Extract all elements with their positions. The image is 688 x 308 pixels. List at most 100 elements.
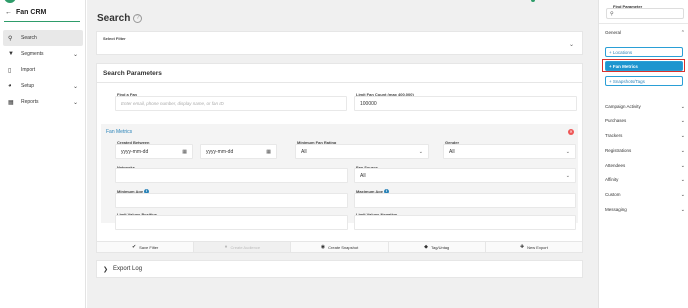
fan-metrics-section: Fan Metrics ✕ Created Between yyyy-mm-dd…	[101, 124, 578, 223]
min-fan-rating-value: All	[301, 148, 307, 155]
limit-values-positive-input[interactable]	[115, 215, 348, 230]
min-fan-rating-select[interactable]: All ⌄	[295, 144, 429, 159]
group-label: Campaign Activity	[605, 104, 641, 109]
export-log-card[interactable]: ❯ Export Log	[96, 260, 583, 278]
group-label: Attendees	[605, 163, 626, 168]
group-label: Registrations	[605, 148, 632, 153]
find-parameter-input[interactable]: ⚲	[606, 8, 684, 19]
sidebar-item-segments[interactable]: ▼ Segments ⌄	[3, 46, 83, 62]
sidebar-item-reports[interactable]: ▦ Reports ⌄	[3, 94, 83, 110]
search-icon: ⚲	[8, 35, 13, 42]
select-filter-label: Select Filter	[103, 36, 126, 41]
gender-select[interactable]: All ⌄	[443, 144, 576, 159]
chevron-down-icon: ⌄	[680, 192, 685, 198]
search-parameters-card: Search Parameters Find a Fan Enter email…	[96, 63, 583, 253]
plus-icon: ✚	[519, 244, 525, 250]
chevron-down-icon[interactable]: ⌄	[569, 41, 574, 48]
tag-locations[interactable]: + Locations	[605, 47, 683, 57]
save-filter-button[interactable]: ✔ Save Filter	[97, 242, 195, 252]
back-arrow-icon[interactable]: ←	[5, 9, 12, 16]
group-label: Affinity	[605, 177, 619, 182]
sidebar-item-label: Import	[21, 67, 36, 73]
group-registrations[interactable]: Registrations ⌄	[605, 148, 685, 154]
logo-icon	[4, 0, 16, 3]
tag-untag-button[interactable]: ◆ Tag/Untag	[388, 242, 486, 252]
camera-icon: ◉	[320, 244, 326, 250]
networks-input[interactable]	[115, 168, 348, 183]
import-icon: ▯	[8, 67, 12, 74]
tag-snapshots-tags[interactable]: + Snapshots/Tags	[605, 76, 683, 86]
calendar-icon[interactable]: ▦	[266, 149, 271, 155]
funnel-icon: ▼	[8, 51, 14, 57]
divider	[97, 82, 582, 83]
app-title-label: Fan CRM	[16, 9, 47, 16]
sidebar-item-import[interactable]: ▯ Import	[3, 62, 83, 78]
new-export-button[interactable]: ✚ New Export	[485, 242, 583, 252]
search-icon: ⚲	[610, 10, 614, 17]
limit-fan-count-input[interactable]: 100000	[354, 96, 577, 111]
gender-value: All	[449, 148, 455, 155]
find-fan-input[interactable]: Enter email, phone number, display name,…	[115, 96, 347, 111]
calendar-icon[interactable]: ▦	[182, 149, 187, 155]
max-age-input[interactable]	[354, 193, 576, 208]
group-custom[interactable]: Custom ⌄	[605, 192, 685, 198]
sidebar-item-label: Search	[21, 35, 37, 41]
chevron-up-icon: ⌃	[680, 30, 685, 36]
sidebar-item-search[interactable]: ⚲ Search	[3, 30, 83, 46]
group-label: Custom	[605, 192, 621, 197]
group-label: General	[605, 30, 622, 35]
group-attendees[interactable]: Attendees ⌄	[605, 163, 685, 169]
chevron-down-icon: ⌄	[680, 177, 685, 183]
create-snapshot-label: Create Snapshot	[328, 244, 359, 250]
chart-icon: ▦	[8, 99, 14, 106]
group-campaign-activity[interactable]: Campaign Activity ⌄	[605, 104, 685, 110]
remove-section-icon[interactable]: ✕	[568, 129, 574, 135]
chevron-down-icon: ⌄	[680, 148, 685, 154]
group-label: Messaging	[605, 207, 627, 212]
group-purchases[interactable]: Purchases ⌄	[605, 118, 685, 124]
date-to-input[interactable]: yyyy-mm-dd ▦	[200, 144, 277, 159]
new-export-label: New Export	[527, 244, 548, 250]
fan-source-select[interactable]: All ⌄	[354, 168, 576, 183]
sidebar-item-setup[interactable]: ◕ Setup ⌄	[3, 78, 83, 94]
chevron-down-icon: ⌄	[680, 118, 685, 124]
status-dot	[531, 0, 535, 2]
chevron-down-icon: ⌄	[680, 163, 685, 169]
min-age-input[interactable]	[115, 193, 348, 208]
create-audience-label: Create Audience	[230, 244, 261, 250]
limit-values-negative-input[interactable]	[354, 215, 576, 230]
app-title[interactable]: ← Fan CRM	[5, 9, 46, 16]
group-affinity[interactable]: Affinity ⌄	[605, 177, 685, 183]
help-icon[interactable]: ?	[133, 14, 143, 23]
chevron-down-icon: ⌄	[680, 133, 685, 139]
title-underline	[4, 21, 80, 22]
tag-untag-label: Tag/Untag	[431, 244, 450, 250]
page-title-label: Search	[97, 13, 131, 24]
group-trackers[interactable]: Trackers ⌄	[605, 133, 685, 139]
chevron-down-icon: ⌄	[680, 104, 685, 110]
export-log-label: Export Log	[113, 266, 143, 272]
save-filter-label: Save Filter	[139, 244, 159, 250]
tag-icon: ◆	[424, 244, 429, 250]
sidebar-item-label: Segments	[21, 51, 44, 57]
group-label: Trackers	[605, 133, 623, 138]
action-bar: ✔ Save Filter ● Create Audience ◉ Create…	[97, 241, 583, 252]
left-sidebar: ← Fan CRM ⚲ Search ▼ Segments ⌄ ▯ Import…	[0, 0, 86, 308]
chevron-down-icon: ⌄	[565, 172, 570, 179]
select-filter-card[interactable]: Select Filter ⌄	[96, 31, 583, 55]
selection-highlight	[602, 59, 685, 72]
parameter-panel: Find Parameter ⚲ General ⌃ + Locations +…	[598, 0, 688, 308]
chevron-right-icon[interactable]: ❯	[103, 266, 108, 273]
date-from-input[interactable]: yyyy-mm-dd ▦	[115, 144, 193, 159]
create-audience-button[interactable]: ● Create Audience	[194, 242, 292, 252]
create-snapshot-button[interactable]: ◉ Create Snapshot	[291, 242, 389, 252]
divider	[599, 23, 688, 24]
group-general[interactable]: General ⌃	[605, 30, 685, 36]
chevron-down-icon: ⌄	[565, 148, 570, 155]
main-content: Search ? Select Filter ⌄ Search Paramete…	[87, 0, 598, 308]
group-messaging[interactable]: Messaging ⌄	[605, 207, 685, 213]
chevron-down-icon: ⌄	[680, 207, 685, 213]
sidebar-item-label: Reports	[21, 99, 39, 105]
page-title: Search ?	[97, 13, 143, 24]
chevron-down-icon: ⌄	[418, 148, 423, 155]
